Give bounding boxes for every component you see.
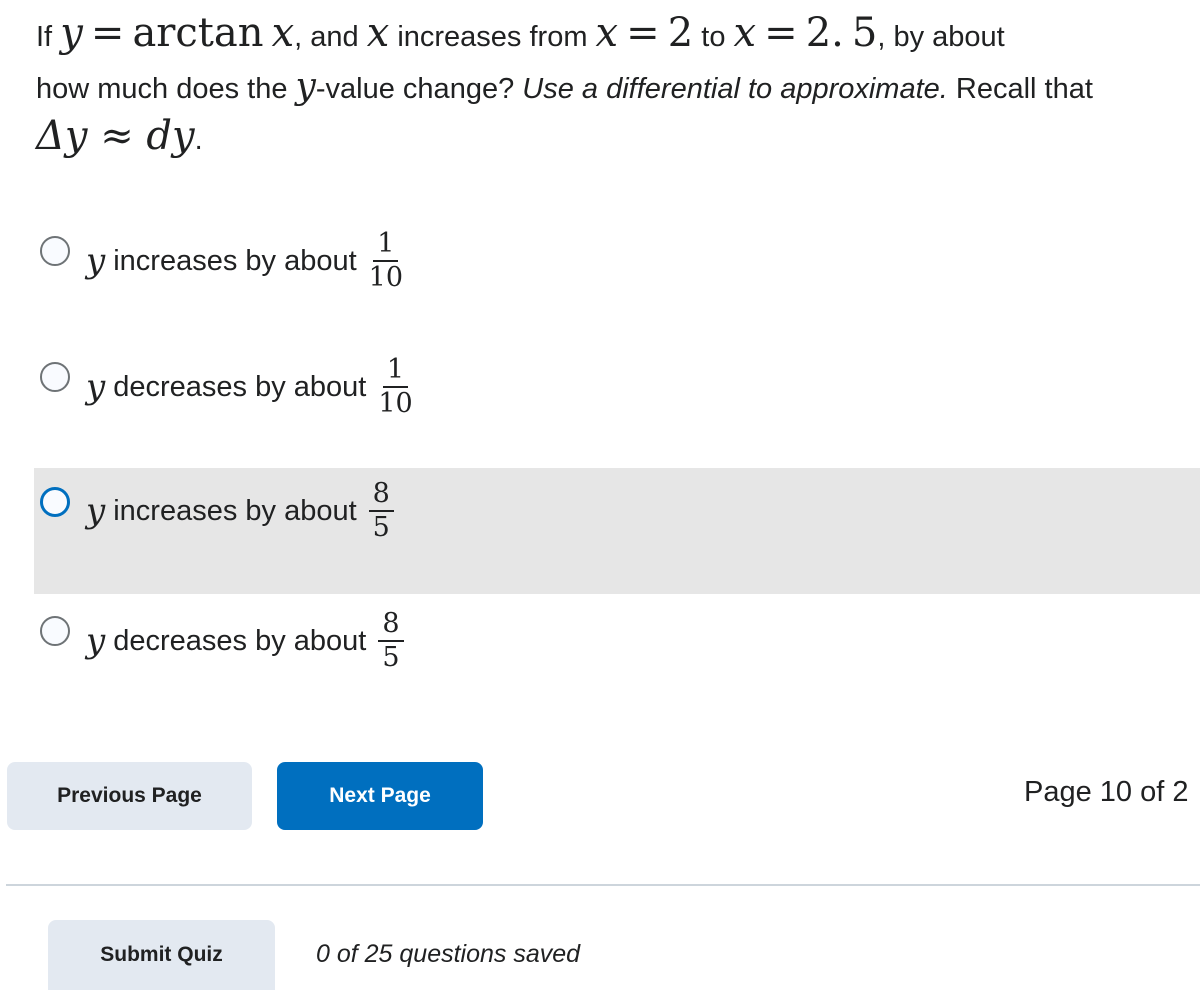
- fraction: 1 10: [378, 356, 412, 418]
- math-x-start: 2: [667, 10, 694, 56]
- question-line-1: If y = arctan x, and x increases from x …: [36, 8, 1196, 62]
- text-if: If: [36, 21, 53, 53]
- text-and: , and: [294, 21, 359, 53]
- math-equals: =: [626, 10, 660, 56]
- option-label[interactable]: y decreases by about 1 10: [86, 356, 413, 418]
- math-var-y: y: [86, 367, 106, 407]
- fraction-numerator: 1: [373, 230, 399, 262]
- text-how-much: how much does the: [36, 73, 288, 105]
- option-label[interactable]: y increases by about 8 5: [86, 480, 394, 542]
- math-var-y: y: [86, 621, 106, 661]
- answer-option[interactable]: y increases by about 8 5: [34, 468, 1200, 594]
- math-recall-formula: Δy ≈ dy: [36, 113, 195, 159]
- math-var-y: y: [60, 10, 83, 56]
- question-line-2: how much does the y-value change? Use a …: [36, 62, 1196, 114]
- math-var-y: y: [86, 491, 106, 531]
- instruction-text: Use a differential to approximate.: [522, 73, 948, 105]
- answer-option[interactable]: y decreases by about 8 5: [34, 594, 1200, 720]
- fraction: 85: [378, 610, 404, 673]
- fraction: 85: [368, 480, 394, 543]
- math-equals: =: [764, 10, 798, 56]
- text-to: to: [701, 21, 726, 53]
- math-var-x: x: [271, 10, 295, 56]
- option-text: increases by about: [113, 244, 357, 277]
- math-var-x: x: [366, 10, 390, 56]
- radio-button[interactable]: [40, 616, 70, 646]
- answer-option[interactable]: y increases by about 1 10: [34, 214, 1200, 340]
- math-var-y: y: [86, 241, 106, 281]
- next-page-button[interactable]: Next Page: [277, 762, 483, 830]
- fraction-denominator: 5: [382, 642, 400, 673]
- option-text: decreases by about: [113, 370, 367, 403]
- fraction-denominator: 10: [368, 262, 404, 293]
- text-value-change: -value change?: [315, 73, 515, 105]
- fraction-denominator: 5: [372, 512, 390, 543]
- text-period: .: [194, 124, 203, 156]
- question-text: If y = arctan x, and x increases from x …: [36, 8, 1196, 162]
- fraction-denominator: 10: [378, 388, 413, 419]
- previous-page-button[interactable]: Previous Page: [7, 762, 252, 830]
- fraction-numerator: 8: [378, 610, 404, 642]
- text-recall: Recall that: [955, 73, 1093, 105]
- text-increases-from: increases from: [397, 21, 588, 53]
- option-label[interactable]: y decreases by about 8 5: [86, 610, 404, 672]
- option-text: decreases by about: [113, 624, 367, 657]
- math-var-x: x: [733, 10, 757, 56]
- divider: [6, 884, 1200, 886]
- page-indicator: Page 10 of 2: [1024, 776, 1189, 808]
- radio-button[interactable]: [40, 362, 70, 392]
- question-line-3: Δy ≈ dy.: [36, 114, 1196, 162]
- radio-button[interactable]: [40, 487, 70, 517]
- math-var-x: x: [595, 10, 619, 56]
- text-by-about: , by about: [877, 21, 1005, 53]
- math-var-y: y: [295, 66, 316, 107]
- saved-status: 0 of 25 questions saved: [316, 940, 581, 968]
- fraction: 1 10: [369, 230, 403, 292]
- radio-button[interactable]: [40, 236, 70, 266]
- math-x-end: 2. 5: [805, 10, 878, 56]
- math-arctan: arctan: [132, 10, 264, 56]
- submit-quiz-button[interactable]: Submit Quiz: [48, 920, 275, 990]
- fraction-numerator: 1: [382, 356, 409, 388]
- math-equals: =: [90, 10, 125, 56]
- option-label[interactable]: y increases by about 1 10: [86, 230, 403, 292]
- option-text: increases by about: [113, 494, 357, 527]
- fraction-numerator: 8: [368, 480, 394, 512]
- answer-option[interactable]: y decreases by about 1 10: [34, 340, 1200, 466]
